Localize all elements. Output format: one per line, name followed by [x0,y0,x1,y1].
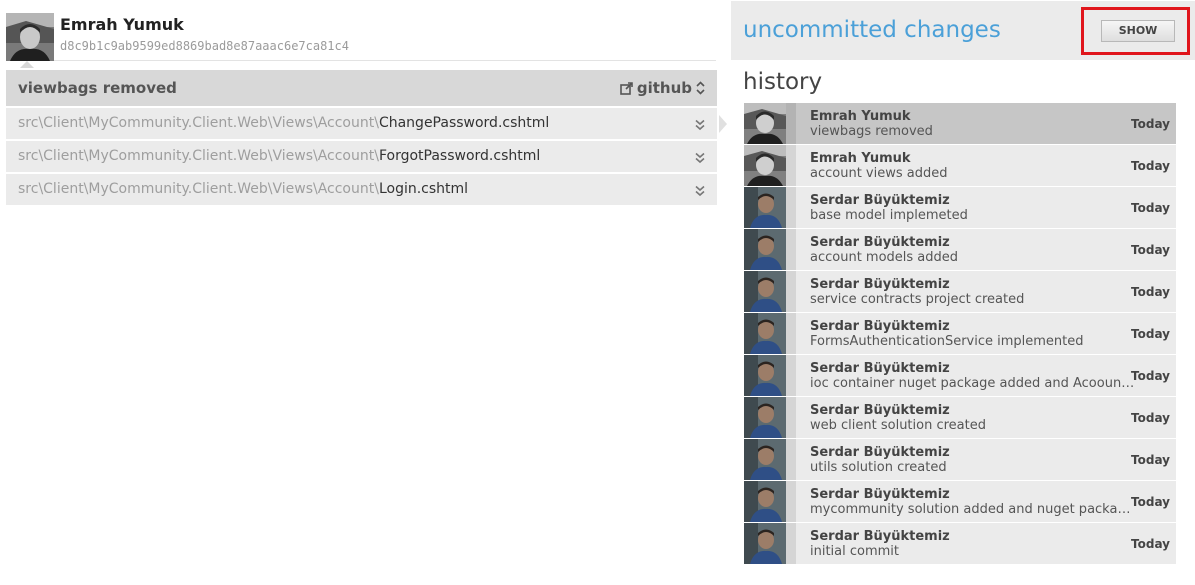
history-item-stripe [786,313,796,354]
author-avatar [744,397,786,438]
file-name: Login.cshtml [378,181,469,197]
history-title: history [743,69,823,95]
show-button[interactable]: SHOW [1101,20,1175,42]
history-item-stripe [786,481,796,522]
external-link-icon [620,81,633,95]
author-avatar [744,439,786,480]
history-item-message: ioc container nuget package added and Ac… [810,376,1135,391]
history-item-stripe [786,271,796,312]
commit-header: viewbags removed github [6,70,717,106]
history-item-message: initial commit [810,544,900,559]
history-item-stripe [786,523,796,564]
author-avatar [744,103,786,144]
changed-file-row[interactable]: src\Client\MyCommunity.Client.Web\Views\… [6,141,717,172]
github-label: github [636,79,692,97]
history-item-author: Serdar Büyüktemiz [810,487,950,502]
history-item-message: viewbags removed [810,124,933,139]
author-pointer [20,61,34,68]
file-path: src\Client\MyCommunity.Client.Web\Views\… [18,148,540,164]
author-avatar [744,355,786,396]
history-item-date: Today [1131,411,1170,425]
file-path: src\Client\MyCommunity.Client.Web\Views\… [18,181,468,197]
file-dir: src\Client\MyCommunity.Client.Web\Views\… [18,115,379,131]
author-avatar [744,523,786,564]
github-link[interactable]: github [620,79,705,97]
commit-author-name: Emrah Yumuk [60,15,184,34]
file-name: ForgotPassword.cshtml [378,148,541,164]
changed-file-row[interactable]: src\Client\MyCommunity.Client.Web\Views\… [6,108,717,139]
history-item-author: Serdar Büyüktemiz [810,403,950,418]
history-item-stripe [786,145,796,186]
history-item-date: Today [1131,495,1170,509]
history-item-message: mycommunity solution added and nuget pac… [810,502,1135,517]
history-item-message: service contracts project created [810,292,1025,307]
history-item[interactable]: Serdar Büyüktemiz web client solution cre… [744,397,1176,439]
history-item-date: Today [1131,117,1170,131]
history-item-date: Today [1131,159,1170,173]
uncommitted-changes-bar: uncommitted changes SHOW [731,1,1195,60]
history-item-message: utils solution created [810,460,947,475]
file-path: src\Client\MyCommunity.Client.Web\Views\… [18,115,549,131]
history-item-author: Serdar Büyüktemiz [810,193,950,208]
commit-author-block: Emrah Yumuk d8c9b1c9ab9599ed8869bad8e87a… [6,13,716,61]
history-item-author: Serdar Büyüktemiz [810,235,950,250]
double-chevron-down-icon[interactable] [693,117,707,131]
history-list: Emrah Yumuk viewbags removed Today Emrah Y… [744,103,1176,565]
history-item[interactable]: Serdar Büyüktemiz service contracts proje… [744,271,1176,313]
history-item-date: Today [1131,327,1170,341]
history-item[interactable]: Serdar Büyüktemiz account models added Tod… [744,229,1176,271]
history-item-stripe [786,103,796,144]
history-item-author: Emrah Yumuk [810,151,911,166]
history-item-date: Today [1131,201,1170,215]
history-item-stripe [786,397,796,438]
file-name: ChangePassword.cshtml [378,115,550,131]
history-item[interactable]: Emrah Yumuk viewbags removed Today [744,103,1176,145]
history-item-author: Serdar Büyüktemiz [810,319,950,334]
history-item[interactable]: Serdar Büyüktemiz utils solution created T… [744,439,1176,481]
history-item[interactable]: Emrah Yumuk account views added Today [744,145,1176,187]
chevron-up-down-icon [696,81,705,95]
uncommitted-changes-title[interactable]: uncommitted changes [743,17,1001,43]
history-item[interactable]: Serdar Büyüktemiz initial commit Today [744,523,1176,565]
author-avatar [744,229,786,270]
history-item[interactable]: Serdar Büyüktemiz mycommunity solution ad… [744,481,1176,523]
history-item-stripe [786,439,796,480]
history-item-message: account models added [810,250,959,265]
history-item-message: base model implemeted [810,208,968,223]
history-item[interactable]: Serdar Büyüktemiz ioc container nuget pac… [744,355,1176,397]
double-chevron-down-icon[interactable] [693,183,707,197]
author-avatar [6,13,54,61]
history-item-message: FormsAuthenticationService implemented [810,334,1084,349]
history-item[interactable]: Serdar Büyüktemiz base model implemeted To… [744,187,1176,229]
commit-message: viewbags removed [18,79,177,97]
author-avatar [744,313,786,354]
selection-pointer [719,115,727,133]
history-item[interactable]: Serdar Büyüktemiz FormsAuthenticationServ… [744,313,1176,355]
commit-sha: d8c9b1c9ab9599ed8869bad8e87aaac6e7ca81c4 [60,39,349,53]
history-item-stripe [786,229,796,270]
history-item-message: account views added [810,166,948,181]
history-item-date: Today [1131,453,1170,467]
file-dir: src\Client\MyCommunity.Client.Web\Views\… [18,148,379,164]
history-item-author: Serdar Büyüktemiz [810,445,950,460]
author-avatar [744,145,786,186]
history-item-author: Serdar Büyüktemiz [810,277,950,292]
history-item-author: Serdar Büyüktemiz [810,361,950,376]
history-item-message: web client solution created [810,418,986,433]
file-dir: src\Client\MyCommunity.Client.Web\Views\… [18,181,379,197]
double-chevron-down-icon[interactable] [693,150,707,164]
history-item-stripe [786,187,796,228]
author-avatar [744,187,786,228]
history-item-date: Today [1131,243,1170,257]
history-item-author: Serdar Büyüktemiz [810,529,950,544]
history-item-date: Today [1131,537,1170,551]
author-avatar [744,481,786,522]
history-item-author: Emrah Yumuk [810,109,911,124]
changed-file-row[interactable]: src\Client\MyCommunity.Client.Web\Views\… [6,174,717,205]
history-item-date: Today [1131,369,1170,383]
history-item-date: Today [1131,285,1170,299]
history-item-stripe [786,355,796,396]
author-avatar [744,271,786,312]
